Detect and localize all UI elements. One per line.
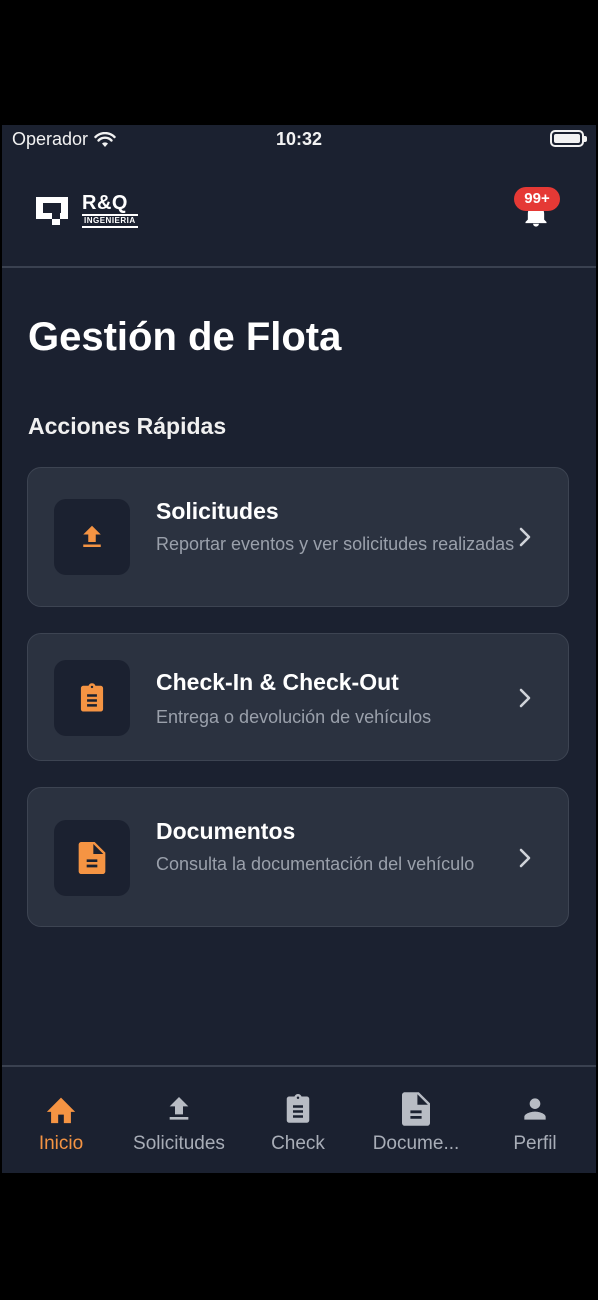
logo-mark-icon: [36, 197, 68, 225]
notification-badge: 99+: [514, 187, 560, 211]
card-description: Reportar eventos y ver solicitudes reali…: [156, 534, 515, 554]
home-icon: [46, 1097, 76, 1124]
tab-label: Inicio: [38, 1133, 84, 1154]
clipboard-icon: [80, 683, 104, 712]
upload-icon: [169, 1097, 189, 1120]
status-bar: Operador 10:32: [2, 125, 596, 155]
battery-icon: [550, 130, 587, 147]
card-documentos[interactable]: Documentos Consulta la documentación del…: [27, 787, 569, 927]
card-title: Solicitudes: [156, 498, 279, 524]
card-solicitudes[interactable]: Solicitudes Reportar eventos y ver solic…: [27, 467, 569, 607]
upload-icon: [83, 525, 101, 547]
company-logo: R&Q INGENIERIA: [34, 193, 138, 228]
chevron-right-icon: [519, 688, 531, 708]
card-title: Documentos: [156, 818, 296, 844]
document-icon: [78, 842, 106, 874]
logo-subtitle: INGENIERIA: [82, 214, 138, 228]
chevron-right-icon: [519, 527, 531, 547]
section-title: Acciones Rápidas: [28, 413, 227, 439]
tab-documentos[interactable]: Docume...: [357, 1091, 475, 1155]
tab-label: Solicitudes: [133, 1133, 225, 1154]
notifications-button[interactable]: 99+: [514, 187, 560, 231]
card-description: Consulta la documentación del vehículo: [156, 854, 475, 874]
chevron-right-icon: [519, 848, 531, 868]
tab-solicitudes[interactable]: Solicitudes: [120, 1091, 238, 1155]
card-icon-box: [54, 499, 130, 575]
tab-label: Check: [271, 1133, 325, 1154]
app-screen: Operador 10:32 R&Q INGENIERIA 99+ Gestió…: [2, 125, 596, 1173]
card-description: Entrega o devolución de vehículos: [156, 707, 432, 727]
clipboard-icon: [286, 1094, 310, 1123]
app-header: R&Q INGENIERIA 99+: [2, 155, 596, 268]
tab-check[interactable]: Check: [239, 1091, 357, 1155]
card-icon-box: [54, 820, 130, 896]
tab-inicio[interactable]: Inicio: [2, 1091, 120, 1155]
card-icon-box: [54, 660, 130, 736]
page-title: Gestión de Flota: [28, 315, 342, 359]
card-title: Check-In & Check-Out: [156, 669, 399, 695]
card-check-in-out[interactable]: Check-In & Check-Out Entrega o devolució…: [27, 633, 569, 761]
clock: 10:32: [275, 129, 323, 149]
person-icon: [524, 1098, 546, 1120]
document-icon: [402, 1092, 430, 1126]
bottom-tab-bar: Inicio Solicitudes Check Docume... Perfi…: [2, 1065, 596, 1173]
tab-label: Docume...: [372, 1133, 460, 1154]
tab-label: Perfil: [513, 1133, 557, 1154]
logo-title: R&Q: [82, 192, 128, 214]
tab-perfil[interactable]: Perfil: [476, 1091, 594, 1155]
